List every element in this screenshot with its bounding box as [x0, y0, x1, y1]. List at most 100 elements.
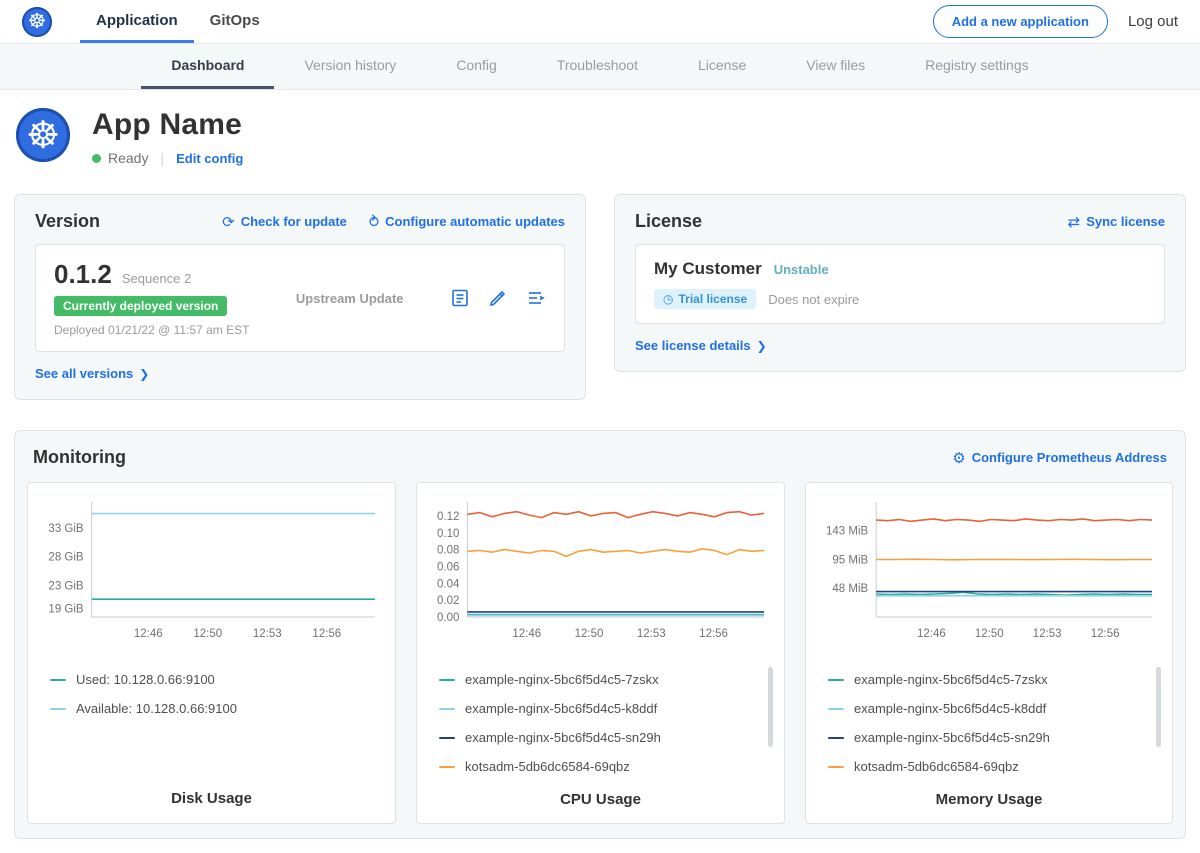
tab-gitops[interactable]: GitOps: [194, 0, 276, 43]
subnav-item-license[interactable]: License: [668, 44, 776, 89]
edit-config-icon[interactable]: [488, 288, 508, 308]
legend-label: example-nginx-5bc6f5d4c5-k8ddf: [465, 701, 657, 716]
refresh-icon: ⟳: [222, 213, 235, 231]
svg-text:48 MiB: 48 MiB: [832, 583, 868, 595]
legend-scrollbar[interactable]: [1156, 667, 1161, 747]
svg-text:12:50: 12:50: [193, 628, 222, 640]
sync-license-link[interactable]: ⇄ Sync license: [1068, 213, 1165, 231]
svg-text:19 GiB: 19 GiB: [48, 603, 83, 615]
legend-swatch: [439, 708, 455, 710]
monitoring-title: Monitoring: [33, 447, 126, 468]
legend-item: kotsadm-5db6dc6584-69qbz: [439, 752, 772, 781]
cards-row: Version ⟳ Check for update ⥁ Configure a…: [0, 180, 1200, 400]
deployed-timestamp: Deployed 01/21/22 @ 11:57 am EST: [54, 323, 249, 337]
svg-text:0.10: 0.10: [437, 528, 459, 540]
series-line: [876, 559, 1152, 560]
legend-label: example-nginx-5bc6f5d4c5-sn29h: [854, 730, 1050, 745]
app-kubernetes-icon: ☸: [16, 108, 70, 162]
edit-config-link[interactable]: Edit config: [176, 151, 243, 166]
tab-application[interactable]: Application: [80, 0, 194, 43]
top-navbar: ☸ Application GitOps Add a new applicati…: [0, 0, 1200, 44]
page-title: App Name: [92, 108, 243, 142]
legend-item: Used: 10.128.0.66:9100: [50, 665, 383, 694]
chevron-right-icon: ❯: [139, 367, 149, 381]
legend-label: example-nginx-5bc6f5d4c5-k8ddf: [854, 701, 1046, 716]
svg-text:12:50: 12:50: [975, 628, 1004, 640]
svg-text:0.08: 0.08: [437, 545, 459, 557]
legend-label: example-nginx-5bc6f5d4c5-7zskx: [854, 672, 1048, 687]
chevron-right-icon: ❯: [757, 339, 767, 353]
check-for-update-link[interactable]: ⟳ Check for update: [222, 213, 347, 231]
sync-icon: ⇄: [1068, 213, 1081, 231]
subnav-item-troubleshoot[interactable]: Troubleshoot: [527, 44, 668, 89]
memory-usage-legend: example-nginx-5bc6f5d4c5-7zskx example-ng…: [814, 663, 1164, 781]
license-panel: My Customer Unstable ◷ Trial license Doe…: [635, 244, 1165, 324]
svg-text:95 MiB: 95 MiB: [832, 554, 868, 566]
check-for-update-label: Check for update: [241, 214, 347, 229]
legend-item: example-nginx-5bc6f5d4c5-7zskx: [828, 665, 1160, 694]
cpu-usage-chart-card: 0.120.100.080.060.040.020.0012:4612:5012…: [416, 482, 785, 824]
status-separator: |: [160, 150, 164, 166]
legend-swatch: [828, 737, 844, 739]
svg-text:12:56: 12:56: [699, 628, 728, 640]
svg-text:0.06: 0.06: [437, 561, 459, 573]
see-all-versions-link[interactable]: See all versions ❯: [35, 366, 149, 381]
svg-text:28 GiB: 28 GiB: [48, 552, 83, 564]
chart-title: CPU Usage: [425, 781, 776, 814]
svg-text:143 MiB: 143 MiB: [826, 525, 869, 537]
legend-item: example-nginx-5bc6f5d4c5-sn29h: [828, 723, 1160, 752]
disk-usage-chart-card: 33 GiB28 GiB23 GiB19 GiB12:4612:5012:531…: [27, 482, 396, 824]
add-new-application-button[interactable]: Add a new application: [933, 5, 1108, 38]
see-license-details-link[interactable]: See license details ❯: [635, 338, 767, 353]
kubernetes-logo-icon: ☸: [22, 7, 52, 37]
sequence-label: Sequence 2: [122, 271, 191, 286]
subnav-item-view-files[interactable]: View files: [776, 44, 895, 89]
legend-item: Available: 10.128.0.66:9100: [50, 694, 383, 723]
legend-swatch: [828, 766, 844, 768]
svg-text:12:56: 12:56: [1091, 628, 1120, 640]
release-notes-icon[interactable]: [450, 288, 470, 308]
subnav-item-dashboard[interactable]: Dashboard: [141, 44, 274, 89]
legend-swatch: [50, 708, 66, 710]
version-card-title: Version: [35, 211, 100, 232]
top-nav-tabs: Application GitOps: [80, 0, 276, 43]
series-line: [467, 512, 764, 518]
legend-label: kotsadm-5db6dc6584-69qbz: [854, 759, 1019, 774]
expiry-text: Does not expire: [768, 292, 859, 307]
legend-item: example-nginx-5bc6f5d4c5-sn29h: [439, 723, 772, 752]
clock-icon: ◷: [663, 292, 673, 306]
cpu-usage-legend: example-nginx-5bc6f5d4c5-7zskx example-ng…: [425, 663, 776, 781]
subnav-item-config[interactable]: Config: [426, 44, 526, 89]
legend-label: example-nginx-5bc6f5d4c5-7zskx: [465, 672, 659, 687]
configure-prometheus-link[interactable]: ⚙ Configure Prometheus Address: [952, 449, 1167, 467]
legend-label: Available: 10.128.0.66:9100: [76, 701, 237, 716]
configure-automatic-updates-link[interactable]: ⥁ Configure automatic updates: [369, 213, 565, 231]
legend-scrollbar[interactable]: [768, 667, 773, 747]
legend-item: example-nginx-5bc6f5d4c5-7zskx: [439, 665, 772, 694]
legend-swatch: [439, 766, 455, 768]
license-card: License ⇄ Sync license My Customer Unsta…: [614, 194, 1186, 372]
svg-text:33 GiB: 33 GiB: [48, 523, 83, 535]
svg-text:12:46: 12:46: [917, 628, 946, 640]
svg-text:12:50: 12:50: [575, 628, 604, 640]
deploy-logs-icon[interactable]: [526, 288, 546, 308]
svg-text:12:46: 12:46: [134, 628, 163, 640]
version-card: Version ⟳ Check for update ⥁ Configure a…: [14, 194, 586, 400]
legend-label: example-nginx-5bc6f5d4c5-sn29h: [465, 730, 661, 745]
clock-refresh-icon: ⥁: [369, 213, 379, 231]
svg-text:12:53: 12:53: [253, 628, 282, 640]
memory-usage-chart-canvas: 143 MiB 95 MiB 48 MiB 12:46 12:50 12:53 12:56: [814, 497, 1164, 657]
legend-swatch: [828, 708, 844, 710]
svg-text:12:53: 12:53: [1033, 628, 1062, 640]
subnav-item-version-history[interactable]: Version history: [274, 44, 426, 89]
logout-button[interactable]: Log out: [1128, 13, 1178, 30]
svg-text:12:46: 12:46: [512, 628, 541, 640]
customer-name: My Customer: [654, 259, 762, 279]
cpu-usage-chart-canvas: 0.120.100.080.060.040.020.0012:4612:5012…: [425, 497, 776, 657]
series-line: [467, 549, 764, 557]
current-version-panel: 0.1.2 Sequence 2 Currently deployed vers…: [35, 244, 565, 352]
status-badge: Ready: [108, 150, 148, 166]
status-dot: [92, 154, 101, 163]
subnav-item-registry-settings[interactable]: Registry settings: [895, 44, 1058, 89]
see-all-versions-label: See all versions: [35, 366, 133, 381]
